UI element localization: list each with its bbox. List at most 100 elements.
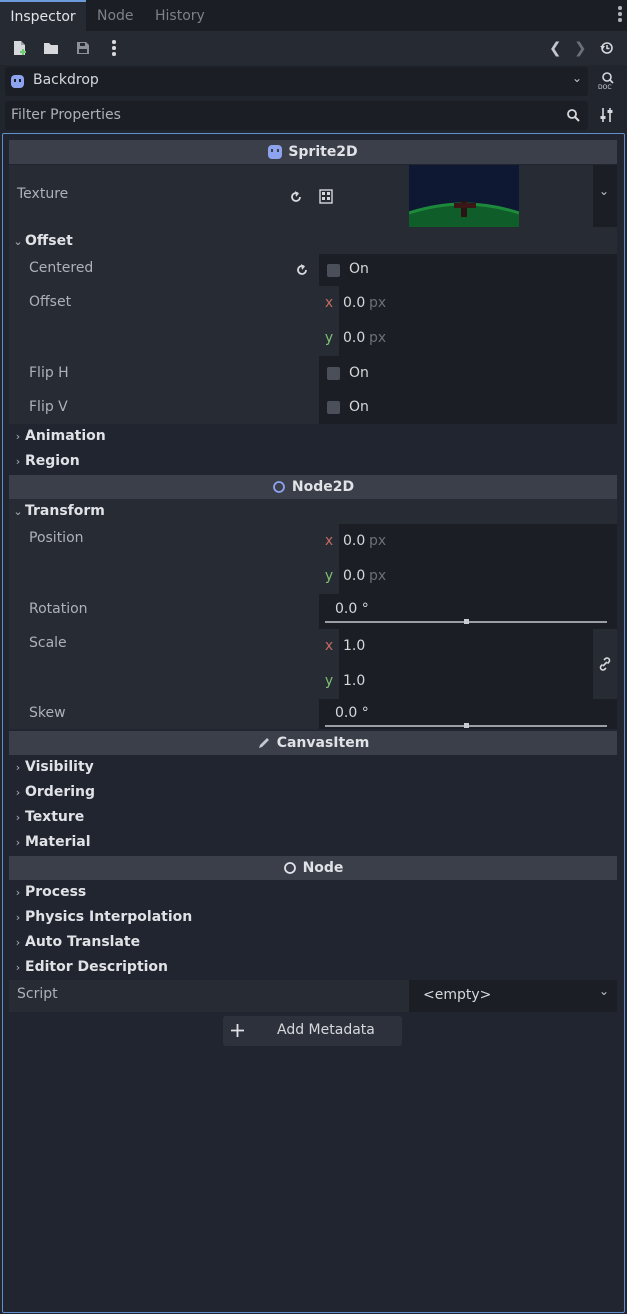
chevron-down-icon: ⌄: [13, 505, 23, 518]
recent-history-icon[interactable]: [600, 41, 614, 55]
offset-section[interactable]: ⌄ Offset: [9, 229, 617, 254]
position-x-field[interactable]: x 0.0 px: [319, 524, 617, 559]
node2d-header-label: Node2D: [291, 479, 355, 495]
scale-x-field[interactable]: x 1.0: [319, 629, 593, 664]
open-documentation-icon[interactable]: DOC: [598, 72, 616, 90]
revert-icon[interactable]: [289, 190, 303, 204]
offset-x-value: 0.0: [343, 295, 366, 311]
axis-x-label: x: [319, 629, 339, 664]
axis-y-label: y: [319, 664, 339, 699]
tab-inspector[interactable]: Inspector: [0, 0, 86, 31]
rotation-slider-grabber[interactable]: [464, 619, 469, 624]
link-icon[interactable]: [597, 656, 613, 672]
texture-label: Texture: [17, 186, 69, 202]
process-section[interactable]: › Process: [9, 880, 617, 905]
chevron-down-icon: ⌄: [599, 984, 610, 998]
script-resource-picker[interactable]: <empty>: [409, 980, 593, 1012]
object-name: Backdrop: [33, 72, 99, 88]
pencil-icon: [258, 738, 269, 748]
flip-h-field[interactable]: On: [319, 356, 617, 390]
offset-label: Offset: [29, 294, 72, 310]
revert-icon[interactable]: [295, 263, 309, 277]
tab-history[interactable]: History: [155, 0, 205, 31]
auto-translate-section[interactable]: › Auto Translate: [9, 930, 617, 955]
history-forward-icon[interactable]: ❯: [574, 40, 587, 56]
transform-section-label: Transform: [25, 503, 105, 519]
object-selector[interactable]: Backdrop ⌄: [5, 67, 588, 96]
rotation-label: Rotation: [29, 601, 88, 617]
node-category-header: Node: [9, 856, 617, 880]
filter-properties-field[interactable]: Filter Properties: [5, 101, 588, 130]
position-y-field[interactable]: y 0.0 px: [319, 559, 617, 594]
ordering-section[interactable]: › Ordering: [9, 780, 617, 805]
property-settings-icon[interactable]: [599, 107, 615, 123]
inspector-toolbar: ❮ ❯: [0, 31, 627, 65]
offset-x-field[interactable]: x 0.0 px: [319, 286, 617, 321]
search-icon: [567, 109, 580, 122]
animation-section[interactable]: › Animation: [9, 424, 617, 449]
canvasitem-header-label: CanvasItem: [276, 735, 370, 751]
svg-text:DOC: DOC: [598, 84, 612, 90]
chevron-right-icon: ›: [15, 936, 21, 949]
position-label: Position: [29, 530, 84, 546]
canvasitem-category-header: CanvasItem: [9, 731, 617, 755]
texture-dropdown[interactable]: ⌄: [593, 165, 617, 227]
dock-menu-icon[interactable]: [617, 6, 623, 24]
centered-checkbox[interactable]: [327, 264, 340, 277]
chevron-down-icon: ⌄: [599, 184, 610, 198]
node-icon: [283, 862, 296, 874]
texture-section-label: Texture: [25, 809, 85, 825]
sprite2d-category-header: Sprite2D: [9, 140, 617, 164]
new-resource-icon[interactable]: [12, 40, 27, 56]
skew-slider-grabber[interactable]: [464, 723, 469, 728]
texture-section[interactable]: › Texture: [9, 805, 617, 830]
flip-h-value: On: [349, 365, 369, 381]
flip-v-value: On: [349, 399, 369, 415]
texture-thumbnail-image: [408, 165, 520, 227]
save-icon[interactable]: [76, 41, 90, 55]
visibility-section[interactable]: › Visibility: [9, 755, 617, 780]
animation-section-label: Animation: [25, 428, 106, 444]
scale-y-value: 1.0: [343, 673, 366, 689]
chevron-right-icon: ›: [15, 786, 21, 799]
add-metadata-button[interactable]: Add Metadata: [223, 1016, 402, 1046]
position-y-unit: px: [369, 568, 387, 584]
offset-y-field[interactable]: y 0.0 px: [319, 321, 617, 356]
rotation-slider[interactable]: 0.0 °: [319, 594, 617, 629]
flip-v-field[interactable]: On: [319, 390, 617, 424]
scale-y-field[interactable]: y 1.0: [319, 664, 593, 699]
physics-interpolation-section[interactable]: › Physics Interpolation: [9, 905, 617, 930]
centered-label: Centered: [29, 260, 94, 276]
flip-h-checkbox[interactable]: [327, 367, 340, 380]
material-section[interactable]: › Material: [9, 830, 617, 855]
flip-v-checkbox[interactable]: [327, 401, 340, 414]
centered-checkbox-field[interactable]: On: [319, 254, 617, 286]
chevron-down-icon: ⌄: [571, 71, 582, 85]
auto-translate-section-label: Auto Translate: [25, 934, 141, 950]
more-options-icon[interactable]: [112, 40, 118, 56]
script-dropdown[interactable]: ⌄: [593, 980, 617, 1012]
sprite2d-icon: [11, 75, 24, 88]
rotation-property: Rotation 0.0 °: [9, 594, 617, 629]
skew-label: Skew: [29, 705, 66, 721]
flip-h-label: Flip H: [29, 365, 69, 381]
filter-placeholder: Filter Properties: [11, 107, 121, 123]
editor-description-section[interactable]: › Editor Description: [9, 955, 617, 980]
texture-channel-icon[interactable]: [319, 189, 333, 204]
skew-slider[interactable]: 0.0 °: [319, 699, 617, 729]
tab-node[interactable]: Node: [97, 0, 134, 31]
texture-preview[interactable]: [408, 165, 520, 227]
node2d-category-header: Node2D: [9, 475, 617, 499]
sprite2d-icon: [268, 145, 283, 159]
history-back-icon[interactable]: ❮: [549, 40, 562, 56]
transform-section[interactable]: ⌄ Transform: [9, 499, 617, 524]
flip-h-property: Flip H On: [9, 356, 617, 390]
offset-y-unit: px: [369, 330, 387, 346]
region-section[interactable]: › Region: [9, 449, 617, 474]
physics-interpolation-section-label: Physics Interpolation: [25, 909, 193, 925]
node-header-label: Node: [302, 860, 344, 876]
open-folder-icon[interactable]: [43, 41, 59, 55]
chevron-right-icon: ›: [15, 761, 21, 774]
position-x-unit: px: [369, 533, 387, 549]
flip-v-property: Flip V On: [9, 390, 617, 424]
